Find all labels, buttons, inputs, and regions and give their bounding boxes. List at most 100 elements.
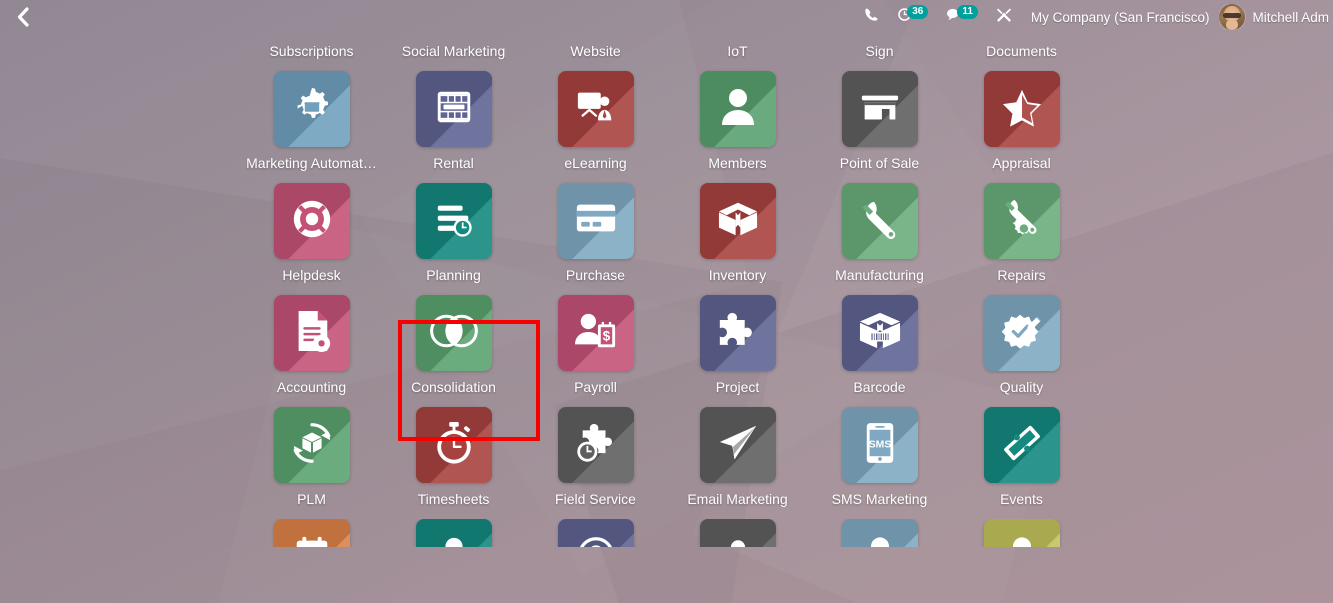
whiteboard-presenter-icon [573,86,619,133]
app-item-accounting[interactable]: Accounting [241,295,383,395]
app-item-fleet[interactable]: Fleet [525,519,667,547]
app-tile [699,183,776,259]
app-label: Documents [986,43,1057,59]
app-tile [557,519,634,547]
box-barcode-icon [857,310,903,357]
svg-text:SMS: SMS [868,439,891,450]
app-item-social-marketing[interactable]: Social Marketing [383,43,525,59]
wrench-screwdriver-icon [996,7,1012,28]
badge-pencil-icon [999,309,1045,358]
user-menu[interactable]: Mitchell Adm [1219,4,1333,30]
svg-text:$: $ [602,328,610,343]
chevron-left-icon [16,7,29,27]
app-item-marketing-automation[interactable]: Marketing Automat… [241,71,383,171]
app-item-project[interactable]: Project [667,295,809,395]
app-item-inventory[interactable]: Inventory [667,183,809,283]
app-label: PLM [297,491,326,507]
app-item-purchase[interactable]: Purchase [525,183,667,283]
company-selector[interactable]: My Company (San Francisco) [1021,10,1220,25]
app-tile [273,183,350,259]
app-label: Social Marketing [401,43,506,59]
app-tile [699,295,776,371]
app-tile [699,71,776,147]
app-item-email-marketing[interactable]: Email Marketing [667,407,809,507]
app-item-sms-marketing[interactable]: SMS SMS Marketing [809,407,951,507]
car-icon [574,533,618,547]
app-item-payroll[interactable]: $ Payroll [525,295,667,395]
app-item-members[interactable]: Members [667,71,809,171]
app-row-5-partial: Appointments Surveys [0,519,1333,547]
app-item-consolidation[interactable]: Consolidation [383,295,525,395]
app-tile [983,295,1060,371]
app-item-recruitment[interactable]: Recruitment [809,519,951,547]
app-item-quality[interactable]: Quality [951,295,1093,395]
app-label: eLearning [564,155,627,171]
messages-button[interactable]: 11 [937,0,987,34]
app-item-employees[interactable]: Employees [667,519,809,547]
app-item-events[interactable]: Events [951,407,1093,507]
app-item-attendances[interactable]: Attendances [951,519,1093,547]
back-button[interactable] [0,0,44,34]
app-item-barcode[interactable]: Barcode [809,295,951,395]
person-money-icon: $ [573,310,619,357]
app-item-planning[interactable]: Planning [383,183,525,283]
app-tile [841,519,918,547]
app-item-appraisal[interactable]: Appraisal [951,71,1093,171]
app-label: Manufacturing [835,267,924,283]
app-tile [841,71,918,147]
app-item-website[interactable]: Website [525,43,667,59]
app-item-documents[interactable]: Documents [951,43,1093,59]
sms-phone-icon: SMS [863,420,897,471]
app-label: Marketing Automat… [246,155,377,171]
app-tile [273,407,350,483]
app-item-field-service[interactable]: Field Service [525,407,667,507]
app-label: Email Marketing [687,491,788,507]
app-item-iot[interactable]: IoT [667,43,809,59]
app-item-repairs[interactable]: Repairs [951,183,1093,283]
app-item-sign[interactable]: Sign [809,43,951,59]
app-tile [415,71,492,147]
app-tile [983,183,1060,259]
calendar-icon [291,534,333,547]
app-label: Appraisal [992,155,1051,171]
app-label: Consolidation [411,379,496,395]
app-item-manufacturing[interactable]: Manufacturing [809,183,951,283]
paper-plane-icon [715,421,761,470]
app-item-subscriptions[interactable]: Subscriptions [241,43,383,59]
activities-button[interactable]: 36 [888,0,937,34]
messages-counter: 11 [957,5,978,19]
box-refresh-icon [289,420,335,471]
puzzle-clock-icon [573,420,619,471]
app-label: Field Service [555,491,636,507]
app-tile [699,407,776,483]
app-item-helpdesk[interactable]: Helpdesk [241,183,383,283]
app-item-plm[interactable]: PLM [241,407,383,507]
app-label: Project [715,379,760,395]
app-tile [557,407,634,483]
app-tile [983,407,1060,483]
app-item-rental[interactable]: Rental [383,71,525,171]
app-label: Website [570,43,621,59]
venn-circles-icon [429,311,479,356]
app-item-elearning[interactable]: eLearning [525,71,667,171]
employees-icon [718,533,758,547]
person-icon [718,85,758,134]
credit-card-icon [574,201,618,242]
developer-tools-button[interactable] [987,0,1021,34]
phone-button[interactable] [855,0,888,34]
app-label: Events [1000,491,1043,507]
app-item-appointments[interactable]: Appointments [241,519,383,547]
shop-icon [858,87,902,132]
app-label: IoT [727,43,748,59]
app-item-timesheets[interactable]: Timesheets [383,407,525,507]
app-item-point-of-sale[interactable]: Point of Sale [809,71,951,171]
app-tile [273,295,350,371]
survey-icon [434,533,474,547]
app-label: Repairs [997,267,1046,283]
app-label: Payroll [574,379,617,395]
app-row-4: PLM Timesheets Field Service Email Marke… [0,407,1333,507]
app-label: SMS Marketing [831,491,928,507]
app-item-surveys[interactable]: Surveys [383,519,525,547]
lifebuoy-icon [289,196,335,247]
ticket-icon [999,420,1045,471]
